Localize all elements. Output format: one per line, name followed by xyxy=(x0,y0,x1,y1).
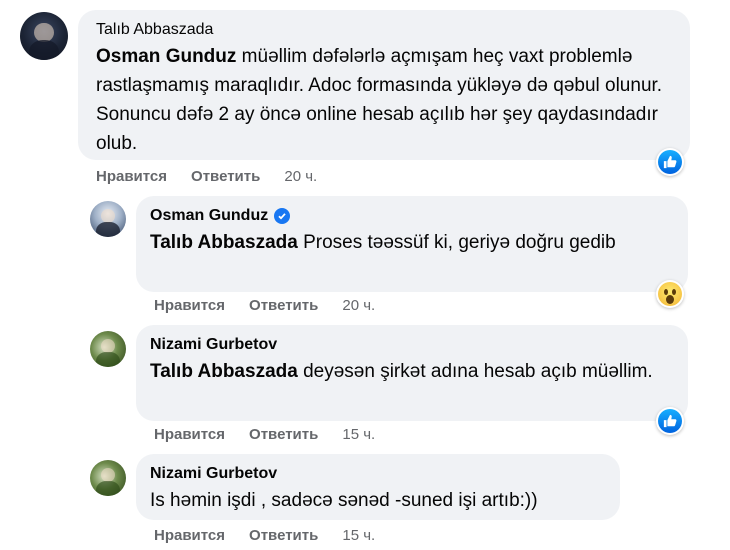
avatar-body xyxy=(28,39,60,60)
reply-button[interactable]: Ответить xyxy=(249,297,318,314)
author-name[interactable]: Osman Gunduz xyxy=(150,206,268,226)
avatar[interactable] xyxy=(90,460,126,496)
comment-body: Is həmin işdi , sadəcə sənəd -suned işi … xyxy=(150,490,538,511)
comment-body: Proses təəssüf ki, geriyə doğru gedib xyxy=(297,232,616,253)
avatar-body xyxy=(96,221,120,237)
timestamp[interactable]: 20 ч. xyxy=(284,168,317,185)
timestamp[interactable]: 20 ч. xyxy=(342,297,375,314)
timestamp[interactable]: 15 ч. xyxy=(342,527,375,544)
like-icon xyxy=(658,409,682,433)
comment-body: deyəsən şirkət adına hesab açıb müəllim. xyxy=(297,361,653,382)
mention-link[interactable]: Talıb Abbaszada xyxy=(150,232,298,253)
reply-button[interactable]: Ответить xyxy=(249,527,318,544)
like-icon xyxy=(658,150,682,174)
comment-bubble: Talıb Abbaszada Osman Gunduz müəllim dəf… xyxy=(78,10,690,160)
comment-actions: Нравится Ответить 15 ч. xyxy=(154,426,375,443)
comment-author[interactable]: Osman Gunduz xyxy=(150,206,674,226)
mention-link[interactable]: Osman Gunduz xyxy=(96,46,236,67)
avatar[interactable] xyxy=(90,201,126,237)
comment-actions: Нравится Ответить 20 ч. xyxy=(96,168,317,185)
mention-link[interactable]: Talıb Abbaszada xyxy=(150,361,298,382)
comment-text: Talıb Abbaszada Proses təəssüf ki, geriy… xyxy=(150,228,674,257)
comment-text: Is həmin işdi , sadəcə sənəd -suned işi … xyxy=(150,486,606,515)
like-button[interactable]: Нравится xyxy=(154,297,225,314)
like-button[interactable]: Нравится xyxy=(154,527,225,544)
avatar-body xyxy=(96,480,120,496)
comment-bubble: Nizami Gurbetov Is həmin işdi , sadəcə s… xyxy=(136,454,620,520)
reaction-badge[interactable] xyxy=(656,148,684,176)
verified-badge-icon xyxy=(274,208,291,224)
avatar[interactable] xyxy=(20,12,68,60)
reply-button[interactable]: Ответить xyxy=(249,426,318,443)
like-button[interactable]: Нравится xyxy=(154,426,225,443)
reaction-badge[interactable] xyxy=(656,280,684,308)
avatar-body xyxy=(96,351,120,367)
comment-author[interactable]: Nizami Gurbetov xyxy=(150,335,674,355)
wow-icon xyxy=(658,282,682,306)
reply-button[interactable]: Ответить xyxy=(191,168,260,185)
avatar[interactable] xyxy=(90,331,126,367)
like-button[interactable]: Нравится xyxy=(96,168,167,185)
comment-bubble: Nizami Gurbetov Talıb Abbaszada deyəsən … xyxy=(136,325,688,421)
comment-author[interactable]: Nizami Gurbetov xyxy=(150,464,606,484)
comment-actions: Нравится Ответить 20 ч. xyxy=(154,297,375,314)
comment-actions: Нравится Ответить 15 ч. xyxy=(154,527,375,544)
comment-text: Osman Gunduz müəllim dəfələrlə açmışam h… xyxy=(96,42,676,158)
avatar-face xyxy=(34,22,54,42)
comment-bubble: Osman Gunduz Talıb Abbaszada Proses təəs… xyxy=(136,196,688,292)
comment-text: Talıb Abbaszada deyəsən şirkət adına hes… xyxy=(150,357,674,386)
timestamp[interactable]: 15 ч. xyxy=(342,426,375,443)
reaction-badge[interactable] xyxy=(656,407,684,435)
comment-author[interactable]: Talıb Abbaszada xyxy=(96,20,676,40)
